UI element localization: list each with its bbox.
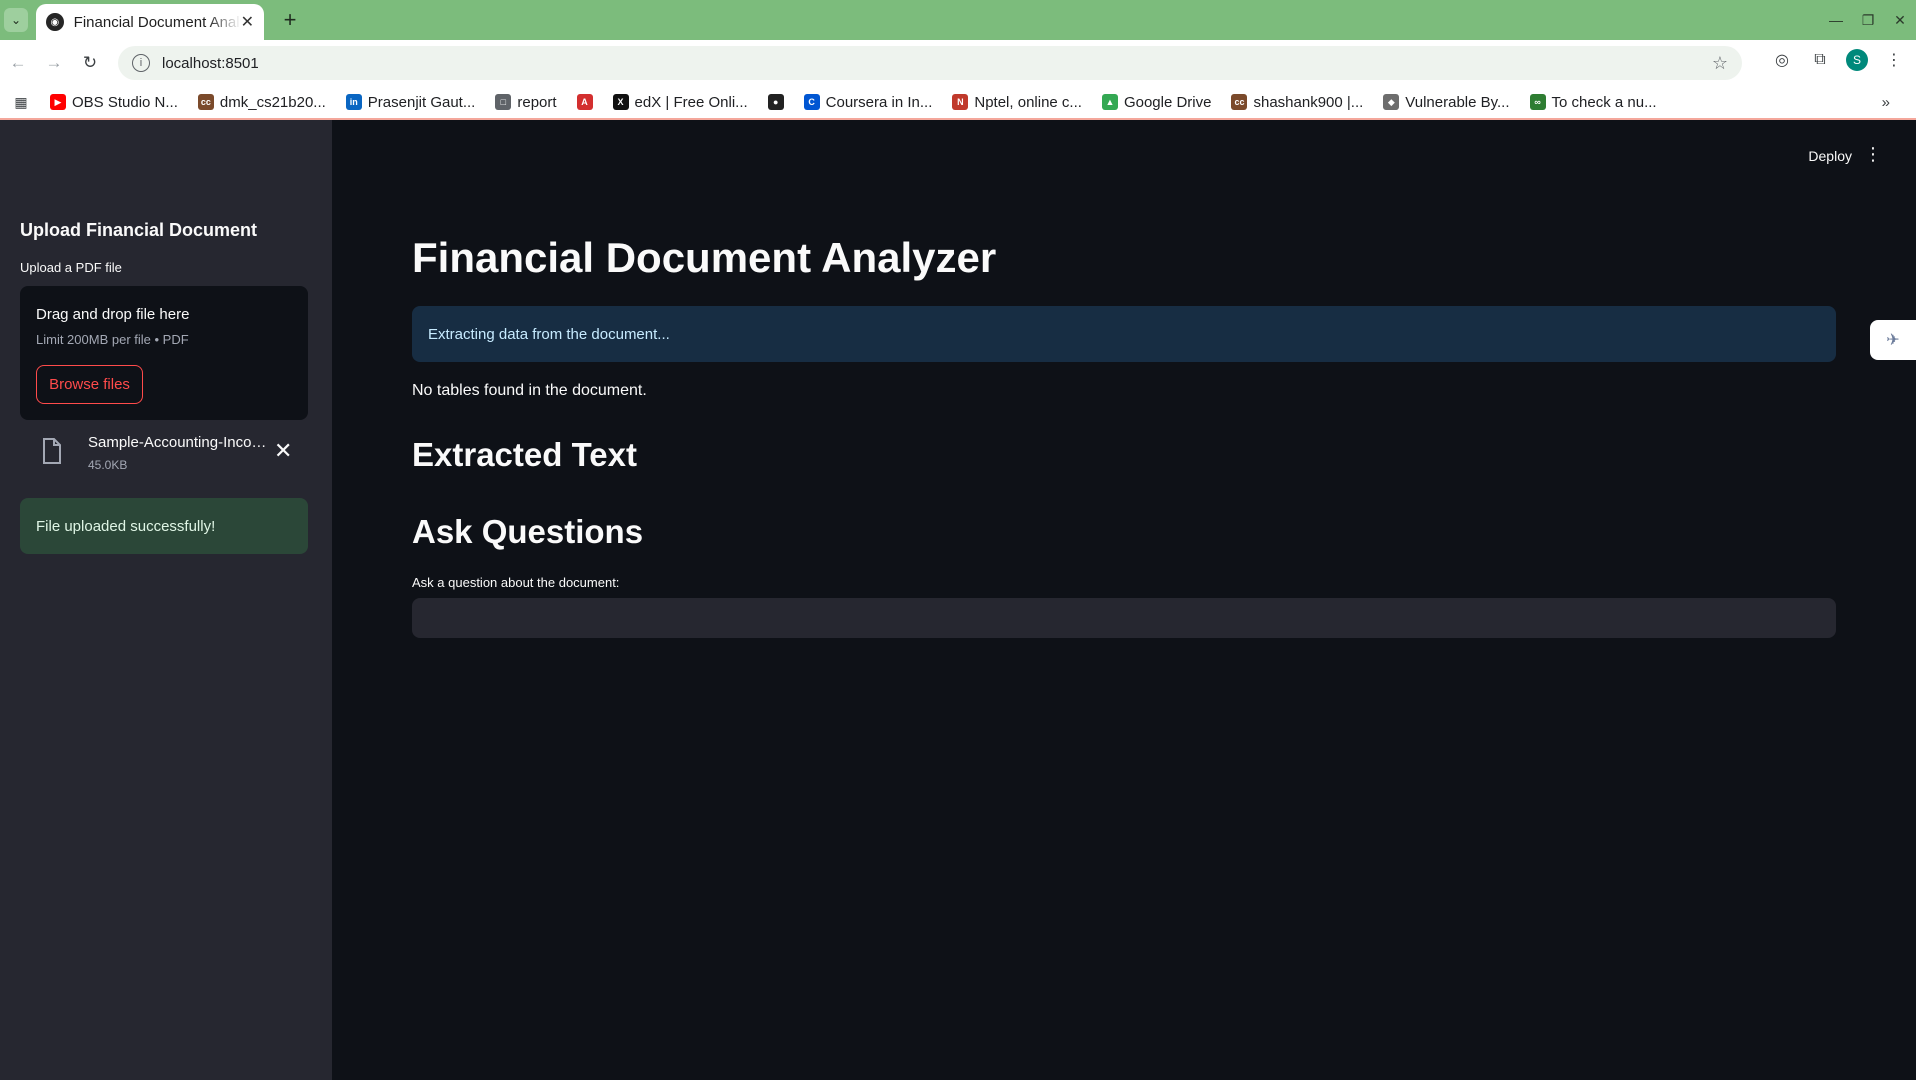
minimize-icon[interactable]: — [1820,12,1852,28]
success-alert: File uploaded successfully! [20,498,308,554]
bookmark-favicon-icon: ▶ [50,94,66,110]
bookmark-item[interactable]: cc dmk_cs21b20... [197,93,326,111]
sidebar: Upload Financial Document Upload a PDF f… [0,120,332,1080]
bookmark-item[interactable]: A [576,94,599,110]
bookmarks-bar: ▦ ▶ OBS Studio N... cc dmk_cs21b20... in Pras… [0,86,1916,120]
browser-window: ⌄ ◉ Financial Document Analyzer ✕ + — ❐ … [0,0,1916,1080]
site-info-icon[interactable]: i [132,54,150,72]
bookmark-star-icon[interactable]: ☆ [1712,53,1728,74]
extensions-icon[interactable]: ⧉ [1808,48,1832,72]
sidebar-title: Upload Financial Document [20,220,258,240]
bookmark-label: Prasenjit Gaut... [367,93,476,111]
question-label: Ask a question about the document: [412,575,620,590]
bookmark-item[interactable]: ◆ Vulnerable By... [1383,93,1510,111]
bookmark-item[interactable]: C Coursera in In... [803,93,933,111]
file-name: Sample-Accounting-Income-Statement.pdf [88,434,270,451]
bookmark-favicon-icon: ◆ [1383,94,1400,110]
bookmark-label: shashank900 |... [1253,93,1364,111]
bookmark-label: Google Drive [1123,93,1212,111]
rocket-icon[interactable]: ✈ [1870,320,1916,360]
bookmark-item[interactable]: in Prasenjit Gaut... [345,93,476,111]
toolbar-actions: ◎ ⧉ S ⋮ [1770,48,1906,72]
forward-icon[interactable]: → [42,51,66,75]
deploy-button[interactable]: Deploy [1808,148,1852,164]
bookmark-item[interactable]: ∞ To check a nu... [1529,93,1657,111]
bookmark-item[interactable]: ▲ Google Drive [1101,93,1212,111]
ask-questions-heading: Ask Questions [412,513,644,550]
new-tab-icon[interactable]: + [278,7,302,32]
no-tables-message: No tables found in the document. [412,382,647,399]
page-title: Financial Document Analyzer [412,234,997,281]
extracted-text-heading: Extracted Text [412,436,637,473]
close-window-icon[interactable]: ✕ [1884,12,1916,29]
bookmark-favicon-icon: C [803,94,820,110]
browser-tab[interactable]: ◉ Financial Document Analyzer ✕ [36,4,264,40]
app-header: Deploy ⋮ [332,120,1916,180]
apps-grid-icon[interactable]: ▦ [12,93,30,111]
bookmark-favicon-icon: ● [767,94,784,110]
close-tab-icon[interactable]: ✕ [241,12,254,32]
bookmark-label: Nptel, online c... [974,93,1082,111]
bookmark-favicon-icon: cc [1231,94,1248,110]
uploaded-file-row: Sample-Accounting-Income-Statement.pdf 4… [20,430,308,480]
info-alert: Extracting data from the document... [412,306,1836,362]
browse-files-button[interactable]: Browse files [36,365,143,404]
more-bookmarks-icon[interactable]: » [1882,94,1890,111]
bookmark-item[interactable]: XedX | Free Onli... [612,93,748,111]
bookmark-item[interactable]: □ report [495,93,557,111]
bookmark-favicon-icon: cc [197,94,214,110]
bookmark-label: Vulnerable By... [1405,93,1510,111]
restore-icon[interactable]: ❐ [1852,12,1884,29]
profile-avatar[interactable]: S [1846,49,1868,71]
file-size: 45.0KB [88,458,128,472]
bookmark-favicon-icon: N [952,94,969,110]
bookmark-item[interactable]: ● [767,94,790,110]
bookmark-label: report [517,93,557,111]
back-icon[interactable]: ← [6,51,30,75]
bookmark-list: ▶ OBS Studio N... cc dmk_cs21b20... in Prasen… [50,94,1677,111]
bookmark-label: Coursera in In... [825,93,933,111]
streamlit-favicon-icon: ◉ [46,13,64,31]
file-icon [43,438,61,464]
file-dropzone[interactable]: Drag and drop file here Limit 200MB per … [20,286,308,420]
grammarly-extension-icon[interactable]: ◎ [1770,48,1794,72]
address-bar[interactable]: i localhost:8501 ☆ [118,46,1742,80]
bookmark-item[interactable]: N Nptel, online c... [952,94,1082,111]
url-text: localhost:8501 [162,54,259,72]
browser-menu-icon[interactable]: ⋮ [1882,48,1906,72]
browser-toolbar: ← → ↻ i localhost:8501 ☆ ◎ ⧉ S ⋮ [0,40,1916,86]
dropzone-title: Drag and drop file here [36,306,190,323]
streamlit-app: Upload Financial Document Upload a PDF f… [0,120,1916,1080]
tab-title: Financial Document Analyzer [73,13,241,31]
reload-icon[interactable]: ↻ [78,51,102,75]
bookmark-label: dmk_cs21b20... [219,93,326,111]
question-input[interactable] [412,598,1836,638]
chevron-down-icon: ⌄ [10,13,22,27]
bookmark-label: OBS Studio N... [72,93,178,111]
bookmark-item[interactable]: cc shashank900 |... [1231,94,1363,111]
main-menu-icon[interactable]: ⋮ [1864,144,1882,165]
bookmark-favicon-icon: □ [495,94,512,110]
bookmark-favicon-icon: in [345,94,362,110]
dropzone-limit: Limit 200MB per file • PDF [36,332,189,347]
bookmark-favicon-icon: ∞ [1529,94,1546,110]
tab-search-button[interactable]: ⌄ [4,8,28,32]
remove-file-icon[interactable]: ✕ [274,438,292,464]
bookmark-label: edX | Free Onli... [634,93,748,111]
bookmark-item[interactable]: ▶ OBS Studio N... [50,94,178,111]
window-controls: — ❐ ✕ [1820,0,1916,40]
bookmark-favicon-icon: X [612,94,629,110]
bookmark-favicon-icon: ▲ [1101,94,1118,110]
tab-strip: ⌄ ◉ Financial Document Analyzer ✕ + — ❐ … [0,0,1916,40]
bookmark-favicon-icon: A [576,94,593,110]
uploader-label: Upload a PDF file [20,260,122,275]
bookmark-label: To check a nu... [1551,93,1657,111]
